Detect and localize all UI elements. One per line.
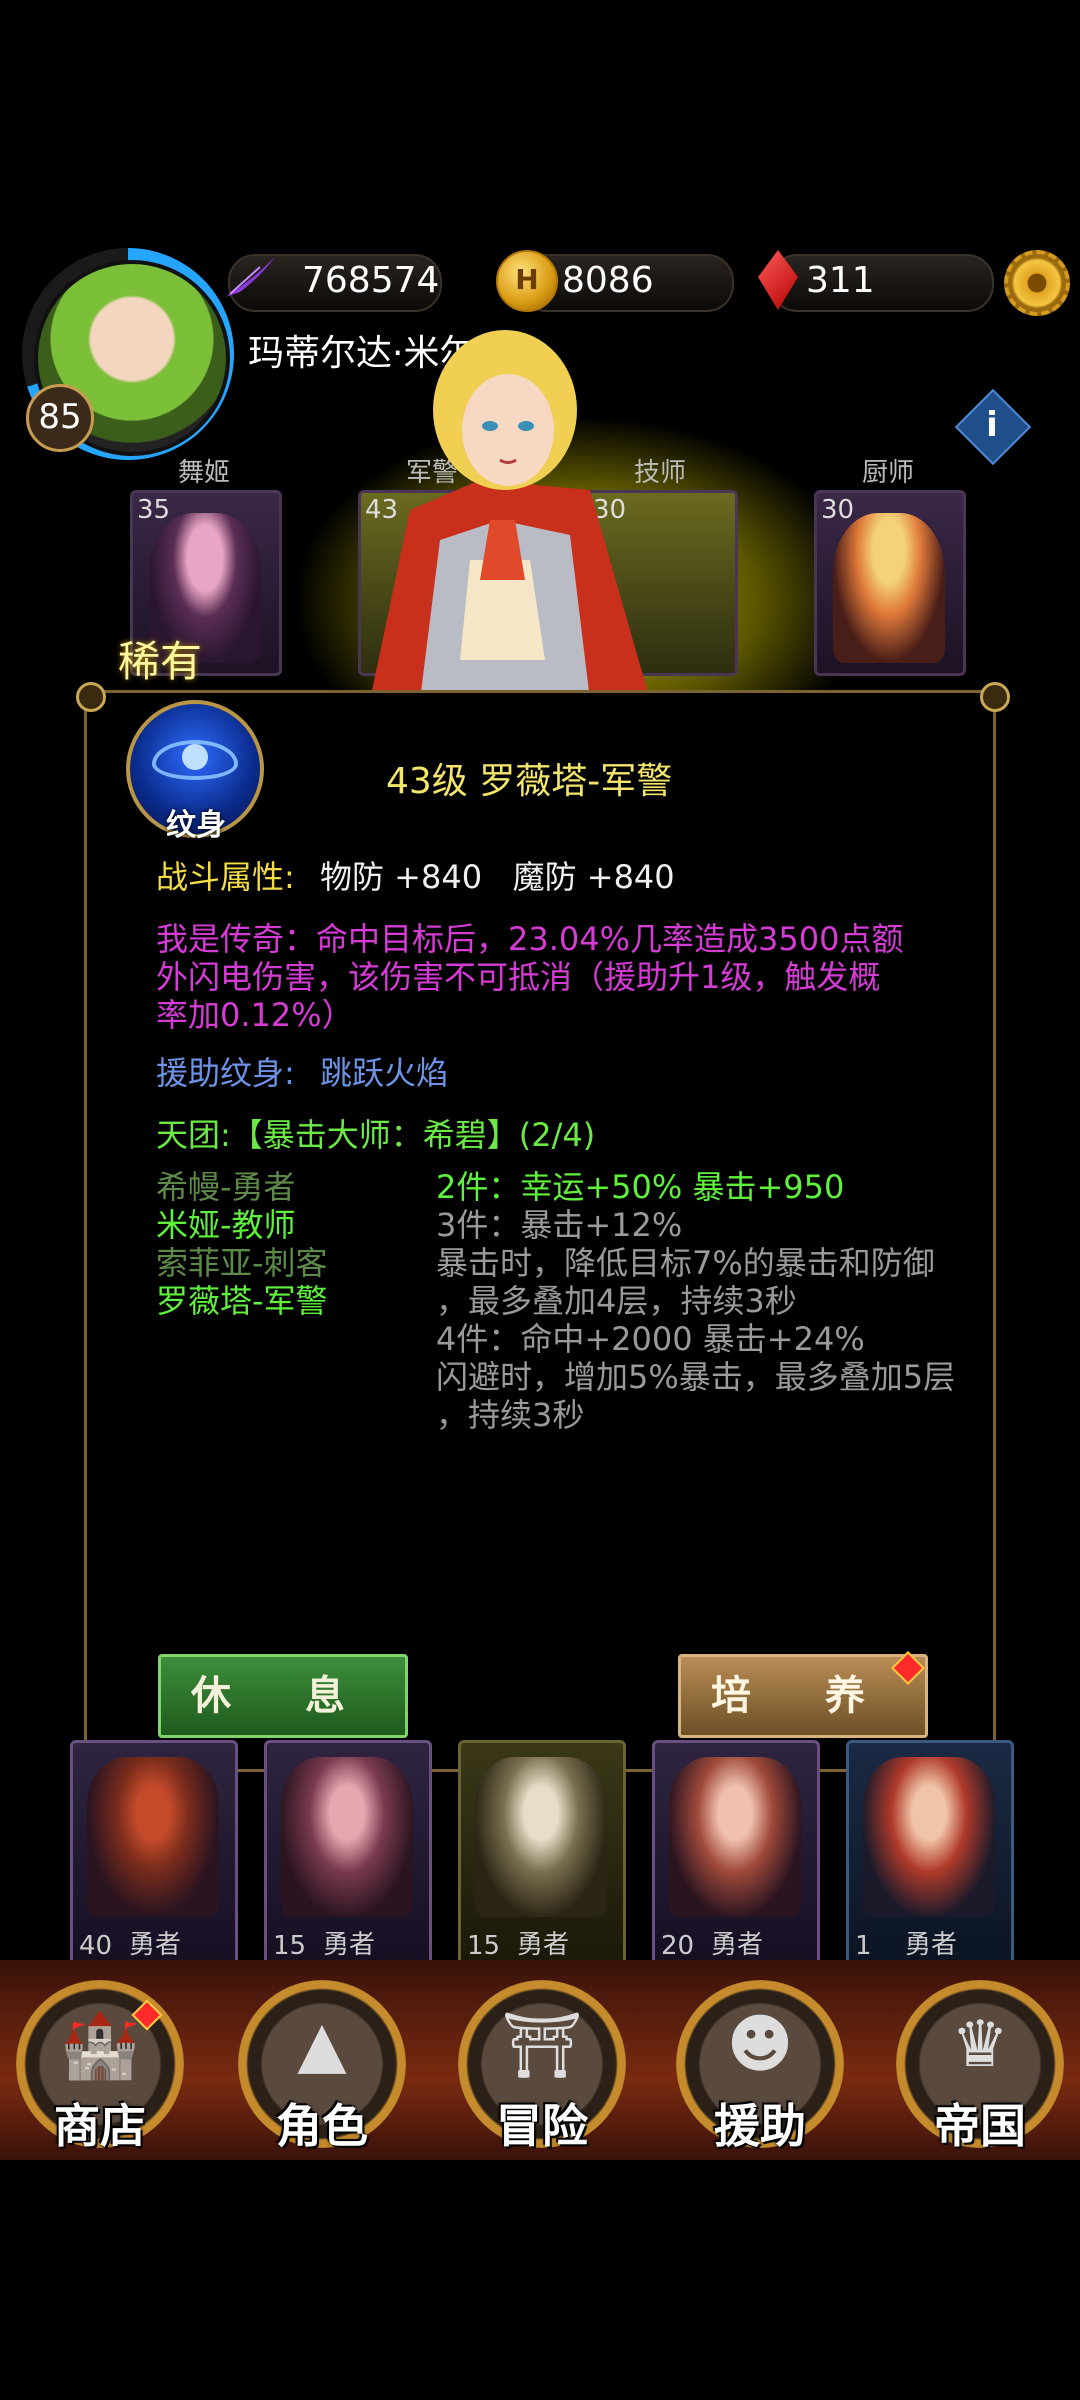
gem-value: 311 [806,260,875,301]
panel-corner-ornament [980,682,1010,712]
power-value: 768574 [302,260,440,301]
rarity-label: 稀有 [118,637,203,686]
role-label-dancer: 舞姬 [177,458,230,488]
hood-icon: ▲ [297,2008,347,2082]
hero-card-type: 勇者 [129,1930,182,1960]
set-bonus-3: 3件：暴击+12% [436,1206,683,1244]
hero-card[interactable]: 15 勇者 [264,1740,432,1968]
role-card-chef[interactable]: 30 [814,490,966,676]
assist-label: 援助纹身: [156,1054,295,1092]
hero-card[interactable]: 40 勇者 [70,1740,238,1968]
info-icon: i [986,405,998,445]
player-level-badge: 85 [26,384,94,452]
hero-card-type: 勇者 [711,1930,764,1960]
hero-card-art [863,1757,995,1917]
set-member: 罗薇塔-军警 [156,1282,328,1320]
hero-title: 43级 罗薇塔-军警 [386,761,673,802]
gate-icon: ⛩ [501,2009,583,2083]
role-level: 30 [821,495,855,525]
nav-shop-label: 商店 [54,2099,146,2153]
hero-card-type: 勇者 [323,1930,376,1960]
team-set-line: 天团:【暴击大师：希碧】(2/4) [156,1116,596,1154]
hero-card[interactable]: 20 勇者 [652,1740,820,1968]
eye-pupil [182,744,208,770]
gold-coin-icon: H [496,250,558,312]
panel-corner-ornament [76,682,106,712]
set-member: 希幔-勇者 [156,1168,296,1206]
set-member: 索菲亚-刺客 [156,1244,328,1282]
hero-card-level: 40 [79,1931,113,1961]
set-bonus-2: 2件：幸运+50% 暴击+950 [436,1168,845,1206]
girl-icon: ☻ [726,2008,794,2082]
nav-assist-label: 援助 [714,2099,806,2153]
hero-card[interactable]: 15 勇者 [458,1740,626,1968]
nav-adventure-label: 冒险 [496,2099,588,2153]
hero-card[interactable]: 1 勇者 [846,1740,1014,1968]
set-member: 米娅-教师 [156,1206,296,1244]
power-icon [225,257,275,297]
crown-icon: ♛ [951,2008,1009,2082]
set-bonus-4-desc: 闪避时，增加5%暴击，最多叠加5层 [436,1358,956,1396]
settings-gear-icon[interactable] [1004,250,1070,316]
role-level: 35 [137,495,171,525]
set-bonus-4-desc: ，持续3秒 [436,1396,585,1434]
hero-card-level: 1 [855,1931,872,1961]
hero-portrait [370,330,650,700]
combat-label: 战斗属性: [156,858,295,896]
set-bonus-3-desc: ，最多叠加4层，持续3秒 [436,1282,797,1320]
chef-portrait [833,513,945,663]
legend-text-line-1: 我是传奇：命中目标后，23.04%几率造成3500点额 [156,920,904,958]
castle-icon: 🏰 [60,2009,140,2083]
combat-stats: 物防 +840 魔防 +840 [320,858,675,896]
hero-card-art [281,1757,413,1917]
hero-card-art [87,1757,219,1917]
hero-card-art [475,1757,607,1917]
hero-card-level: 15 [273,1931,307,1961]
set-bonus-4: 4件：命中+2000 暴击+24% [436,1320,865,1358]
gold-value: 8086 [562,260,654,301]
nav-roles-label: 角色 [276,2099,368,2153]
hero-card-art [669,1757,801,1917]
legend-text-line-3: 率加0.12%） [156,996,354,1034]
hero-card-level: 20 [661,1931,695,1961]
role-label-chef: 厨师 [861,458,914,488]
assist-value: 跳跃火焰 [320,1054,449,1092]
rest-button[interactable]: 休 息 [158,1654,408,1738]
gem-pill [770,254,994,312]
hero-card-type: 勇者 [517,1930,570,1960]
legend-text-line-2: 外闪电伤害，该伤害不可抵消（援助升1级，触发概 [156,958,881,996]
nav-empire-label: 帝国 [934,2099,1026,2153]
emblem-label: 纹身 [166,808,226,843]
hero-card-level: 15 [467,1931,501,1961]
hero-card-type: 勇者 [905,1930,958,1960]
set-bonus-3-desc: 暴击时，降低目标7%的暴击和防御 [436,1244,935,1282]
